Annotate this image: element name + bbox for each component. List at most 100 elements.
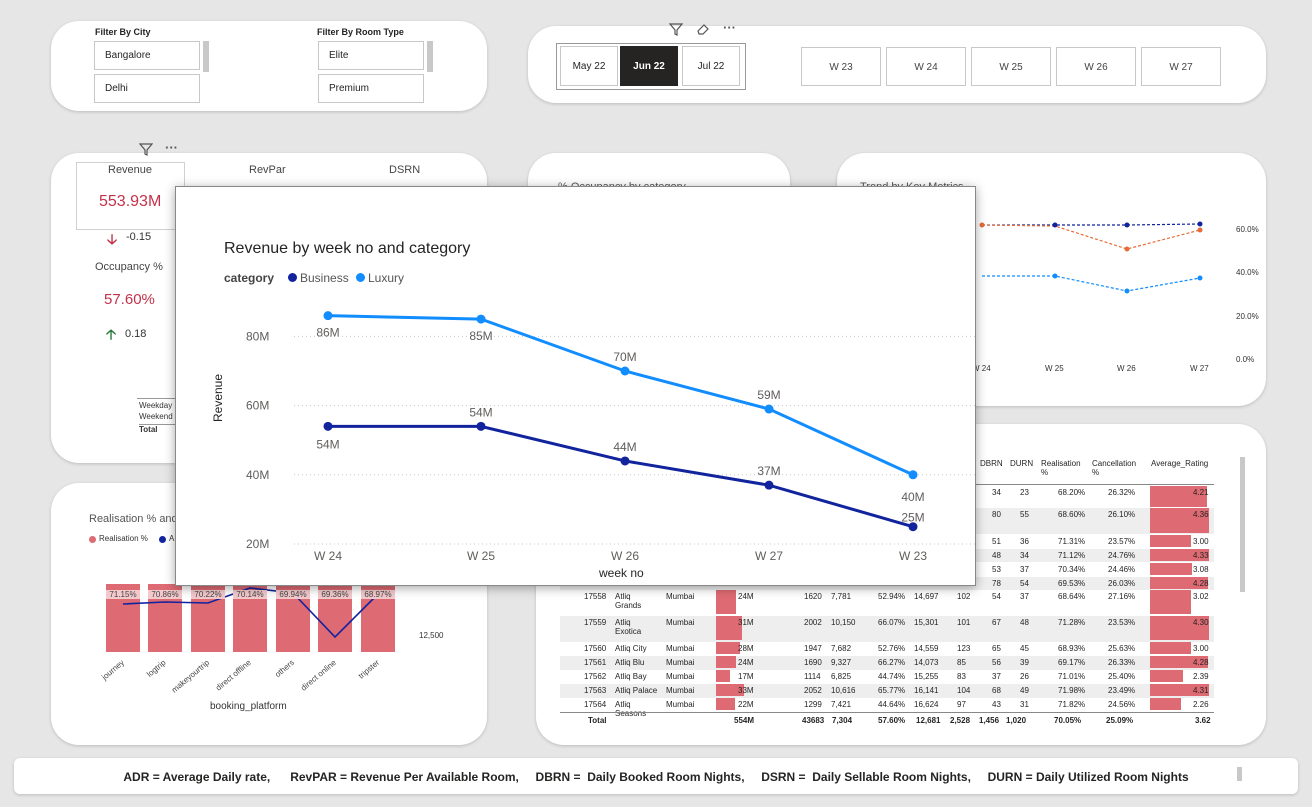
trend-x-w25: W 25	[1045, 364, 1064, 373]
table-cell: 52.94%	[878, 592, 906, 601]
table-cell: 1620	[804, 592, 822, 601]
tab-dsrn[interactable]: DSRN	[389, 164, 420, 176]
data-label: 25M	[901, 511, 924, 525]
room-option-premium[interactable]: Premium	[318, 74, 424, 103]
table-cell: Atliq Palace	[615, 686, 658, 695]
data-label: 37M	[757, 464, 780, 478]
y-tick-label: 20M	[246, 537, 269, 551]
data-label: 70M	[613, 350, 636, 364]
kpi-filter-icon[interactable]	[138, 142, 154, 159]
point-business	[620, 456, 630, 466]
table-cell: 55	[1020, 510, 1029, 519]
month-jun[interactable]: Jun 22	[620, 46, 678, 86]
table-cell: 16,624	[914, 700, 939, 709]
table-cell: Mumbai	[666, 592, 695, 601]
table-cell: 3.00	[1193, 644, 1209, 653]
filter-icon[interactable]	[668, 22, 684, 39]
header-durn[interactable]: DURN	[1010, 459, 1033, 468]
total-revenue: 554M	[734, 716, 755, 725]
tab-revpar[interactable]: RevPar	[249, 164, 286, 176]
total-realisation: 70.05%	[1054, 716, 1082, 725]
table-cell: 71.28%	[1058, 618, 1086, 627]
week-w23[interactable]: W 23	[801, 47, 881, 86]
revenue-bar	[716, 590, 737, 614]
table-cell: 71.82%	[1058, 700, 1086, 709]
table-cell: 15,301	[914, 618, 939, 627]
room-scrollbar[interactable]	[427, 41, 433, 72]
header-cancellation[interactable]: Cancellation %	[1092, 459, 1144, 477]
table-cell: Atliq Seasons	[615, 700, 647, 718]
rating-value: 4.28	[1193, 579, 1209, 588]
table-cell: 7,421	[831, 700, 852, 709]
city-option-delhi[interactable]: Delhi	[94, 74, 200, 103]
week-w27[interactable]: W 27	[1141, 47, 1221, 86]
glossary-text: ADR = Average Daily rate, RevPAR = Reven…	[123, 770, 1189, 784]
data-label: 44M	[613, 440, 636, 454]
bar-label-tripster: 68.97%	[361, 590, 395, 599]
header-dbrn[interactable]: DBRN	[980, 459, 1003, 468]
header-realisation[interactable]: Realisation %	[1041, 459, 1085, 477]
table-cell: 68.93%	[1058, 644, 1086, 653]
point-luxury	[323, 311, 333, 321]
trend-y-60: 60.0%	[1236, 225, 1259, 234]
month-may[interactable]: May 22	[560, 46, 618, 86]
month-jul[interactable]: Jul 22	[682, 46, 740, 86]
daytype-weekend: Weekend	[139, 412, 173, 421]
week-w24[interactable]: W 24	[886, 47, 966, 86]
table-cell: 17559	[584, 618, 607, 627]
total-cancellation: 25.09%	[1106, 716, 1134, 725]
table-cell: 102	[957, 592, 971, 601]
table-cell: 83	[957, 672, 966, 681]
total-label: Total	[588, 716, 607, 725]
realisation-xlabel: booking_platform	[210, 701, 287, 712]
tab-revenue[interactable]: Revenue	[108, 164, 152, 176]
table-cell: 66.07%	[878, 618, 906, 627]
week-w25[interactable]: W 25	[971, 47, 1051, 86]
table-cell: 66.27%	[878, 658, 906, 667]
table-cell: 54	[1020, 579, 1029, 588]
table-cell: Atliq Bay	[615, 672, 647, 681]
week-w26[interactable]: W 26	[1056, 47, 1136, 86]
occupancy-change: 0.18	[125, 328, 147, 340]
revenue-line-chart: 80M 60M 40M 20M W 24 W 25 W 26 W 27 W 23 54M 54M 44…	[246, 311, 976, 563]
kpi-more-icon[interactable]: ···	[165, 140, 178, 155]
occupancy-value: 57.60%	[104, 291, 155, 308]
x-tick-label: W 26	[611, 549, 639, 563]
total-a: 43683	[802, 716, 825, 725]
table-cell: 48	[992, 551, 1001, 560]
table-cell: 67	[992, 618, 1001, 627]
table-cell: 24M	[738, 592, 754, 601]
footer-scrollbar[interactable]	[1237, 767, 1242, 781]
table-cell: 4.31	[1193, 686, 1209, 695]
x-tick-label: W 25	[467, 549, 495, 563]
realisation-right-tick: 12,500	[419, 631, 444, 640]
rating-bar	[1150, 590, 1192, 614]
table-cell: 2.26	[1193, 700, 1209, 709]
table-cell: 123	[957, 644, 971, 653]
table-cell: 24.56%	[1108, 700, 1136, 709]
eraser-icon[interactable]	[696, 22, 710, 39]
table-cell: 15,255	[914, 672, 939, 681]
city-option-bangalore[interactable]: Bangalore	[94, 41, 200, 70]
table-cell: Mumbai	[666, 700, 695, 709]
table-cell: 17564	[584, 700, 607, 709]
table-cell: 104	[957, 686, 971, 695]
table-cell: 52.76%	[878, 644, 906, 653]
more-options-icon[interactable]: ···	[723, 20, 736, 35]
rating-bar	[1150, 563, 1192, 575]
bar-label-others: 69.94%	[276, 590, 310, 599]
table-cell: 69.17%	[1058, 658, 1086, 667]
room-option-elite[interactable]: Elite	[318, 41, 424, 70]
data-label: 59M	[757, 388, 780, 402]
table-cell: 34	[992, 488, 1001, 497]
table-scrollbar[interactable]	[1240, 457, 1245, 592]
header-average-rating[interactable]: Average_Rating	[1151, 459, 1208, 468]
data-label: 86M	[316, 326, 339, 340]
table-cell: 24.76%	[1108, 551, 1136, 560]
table-cell: 1690	[804, 658, 822, 667]
city-scrollbar[interactable]	[203, 41, 209, 72]
table-cell: 44.74%	[878, 672, 906, 681]
adr-legend-dot	[159, 536, 166, 543]
table-cell: 71.98%	[1058, 686, 1086, 695]
table-cell: 51	[992, 537, 1001, 546]
